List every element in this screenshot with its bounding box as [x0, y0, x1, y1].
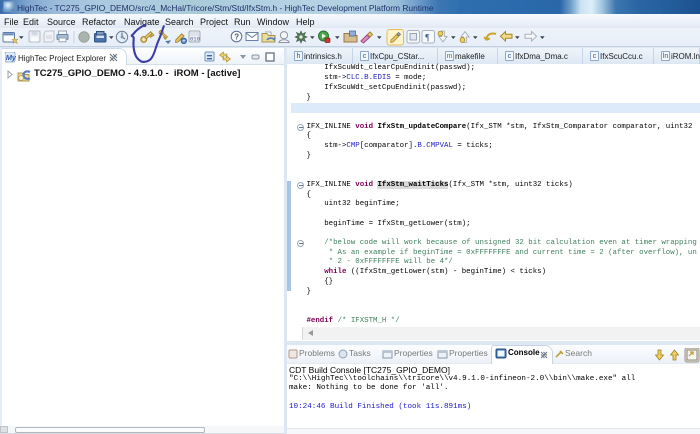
svg-text:010: 010	[190, 36, 200, 43]
svg-text:My: My	[6, 53, 16, 62]
svg-text:?: ?	[234, 33, 239, 42]
svg-text:¶: ¶	[425, 33, 429, 43]
